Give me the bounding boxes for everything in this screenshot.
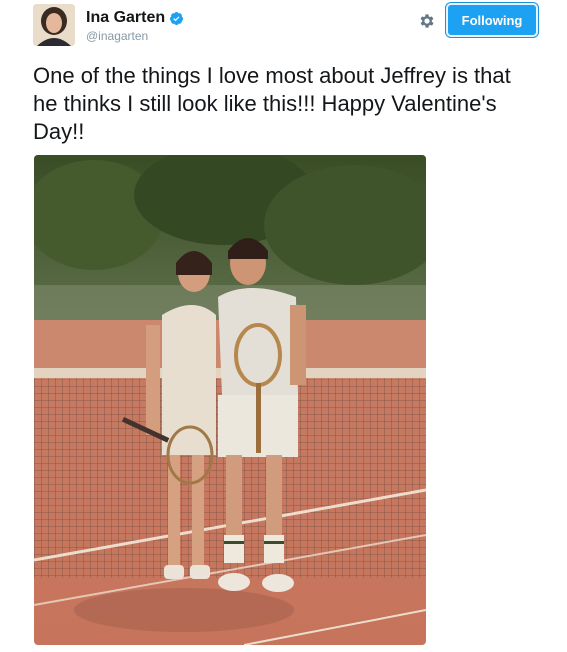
tweet-text: One of the things I love most about Jeff… [33,63,511,144]
handle[interactable]: @inagarten [86,29,184,43]
author-info: Ina Garten @inagarten [86,9,184,43]
tweet-photo[interactable] [34,155,426,645]
tweet-card: Ina Garten @inagarten Following One of t… [0,0,567,652]
gear-icon[interactable] [418,12,436,30]
following-button[interactable]: Following [445,2,539,38]
tennis-couple-photo [34,155,426,645]
author-name-row[interactable]: Ina Garten [86,9,184,27]
verified-badge-icon [169,11,184,26]
avatar[interactable] [33,4,75,46]
display-name[interactable]: Ina Garten [86,9,165,27]
